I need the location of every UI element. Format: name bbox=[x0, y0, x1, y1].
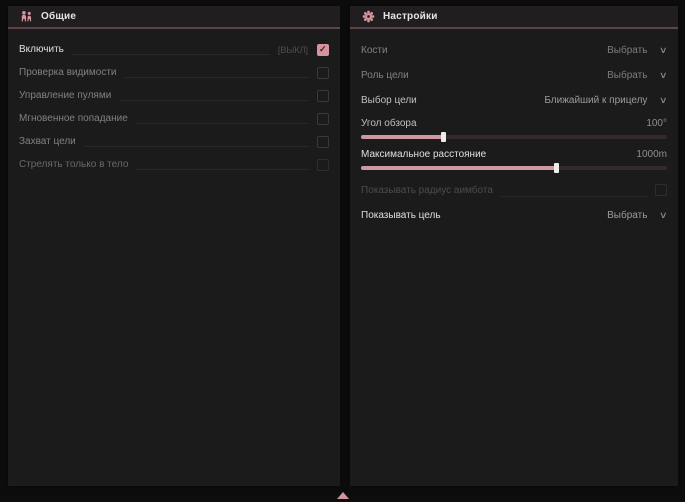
toggle-row-show-aimbot-radius[interactable]: Показывать радиус аимбота bbox=[361, 177, 667, 203]
dropdown-label: Кости bbox=[361, 45, 388, 56]
chevron-down-icon: ∨ bbox=[659, 46, 668, 55]
general-panel: Общие Включить [ВЫКЛ] Проверка видимости… bbox=[8, 6, 340, 486]
max-distance-slider-fill-and-handle[interactable] bbox=[361, 166, 557, 170]
row-leader-line bbox=[125, 77, 310, 78]
checkbox[interactable] bbox=[317, 90, 329, 102]
max-distance-slider[interactable] bbox=[361, 166, 667, 170]
users-icon bbox=[20, 10, 33, 23]
dropdown-row-target-selection: Выбор цели Ближайший к прицелу ∨ bbox=[361, 88, 667, 113]
max-distance-slider-group: Максимальное расстояние 1000m bbox=[361, 146, 667, 170]
row-leader-line bbox=[119, 100, 309, 101]
dropdown-label: Выбор цели bbox=[361, 95, 417, 106]
toggle-row-body-only[interactable]: Стрелять только в тело bbox=[19, 153, 329, 176]
dropdown-label: Показывать цель bbox=[361, 210, 441, 221]
slider-value: 1000m bbox=[636, 149, 667, 160]
dropdown-row-bones: Кости Выбрать ∨ bbox=[361, 38, 667, 63]
scroll-up-indicator[interactable] bbox=[337, 492, 349, 499]
row-leader-line bbox=[136, 123, 309, 124]
row-leader-line bbox=[501, 196, 647, 197]
fov-slider-fill-and-handle[interactable] bbox=[361, 135, 444, 139]
toggle-label: Проверка видимости bbox=[19, 67, 117, 78]
settings-panel-header: Настройки bbox=[350, 6, 678, 29]
dropdown-value: Выбрать bbox=[607, 210, 647, 221]
dropdown-row-target-role: Роль цели Выбрать ∨ bbox=[361, 63, 667, 88]
show-target-dropdown[interactable]: Выбрать ∨ bbox=[607, 210, 667, 221]
fov-slider[interactable] bbox=[361, 135, 667, 139]
toggle-label: Включить bbox=[19, 44, 64, 55]
general-panel-title: Общие bbox=[41, 11, 76, 22]
dropdown-row-show-target: Показывать цель Выбрать ∨ bbox=[361, 203, 667, 228]
general-panel-header: Общие bbox=[8, 6, 340, 29]
toggle-row-enable[interactable]: Включить [ВЫКЛ] bbox=[19, 38, 329, 61]
checkbox[interactable] bbox=[317, 44, 329, 56]
dropdown-value: Ближайший к прицелу bbox=[544, 95, 647, 106]
settings-panel: Настройки Кости Выбрать ∨ Роль цели Выбр… bbox=[350, 6, 678, 486]
chevron-down-icon: ∨ bbox=[659, 211, 668, 220]
toggle-row-bullet-control[interactable]: Управление пулями bbox=[19, 84, 329, 107]
hotkey-label: [ВЫКЛ] bbox=[278, 45, 308, 55]
chevron-down-icon: ∨ bbox=[659, 96, 668, 105]
gear-icon bbox=[362, 10, 375, 23]
dropdown-value: Выбрать bbox=[607, 45, 647, 56]
dropdown-label: Роль цели bbox=[361, 70, 409, 81]
toggle-row-instant-hit[interactable]: Мгновенное попадание bbox=[19, 107, 329, 130]
settings-panel-title: Настройки bbox=[383, 11, 438, 22]
row-leader-line bbox=[84, 146, 309, 147]
fov-slider-group: Угол обзора 100° bbox=[361, 115, 667, 139]
target-selection-dropdown[interactable]: Ближайший к прицелу ∨ bbox=[544, 95, 667, 106]
checkbox[interactable] bbox=[655, 184, 667, 196]
row-leader-line bbox=[72, 54, 270, 55]
chevron-down-icon: ∨ bbox=[659, 71, 668, 80]
target-role-dropdown[interactable]: Выбрать ∨ bbox=[607, 70, 667, 81]
slider-label: Максимальное расстояние bbox=[361, 149, 486, 160]
dropdown-value: Выбрать bbox=[607, 70, 647, 81]
toggle-label: Управление пулями bbox=[19, 90, 111, 101]
checkbox[interactable] bbox=[317, 113, 329, 125]
bones-dropdown[interactable]: Выбрать ∨ bbox=[607, 45, 667, 56]
toggle-row-visibility-check[interactable]: Проверка видимости bbox=[19, 61, 329, 84]
toggle-label: Показывать радиус аимбота bbox=[361, 185, 493, 196]
checkbox[interactable] bbox=[317, 67, 329, 79]
toggle-row-target-lock[interactable]: Захват цели bbox=[19, 130, 329, 153]
slider-label: Угол обзора bbox=[361, 118, 417, 129]
checkbox[interactable] bbox=[317, 159, 329, 171]
toggle-label: Стрелять только в тело bbox=[19, 159, 128, 170]
row-leader-line bbox=[136, 169, 309, 170]
checkbox[interactable] bbox=[317, 136, 329, 148]
toggle-label: Мгновенное попадание bbox=[19, 113, 128, 124]
toggle-label: Захват цели bbox=[19, 136, 76, 147]
slider-value: 100° bbox=[646, 118, 667, 129]
